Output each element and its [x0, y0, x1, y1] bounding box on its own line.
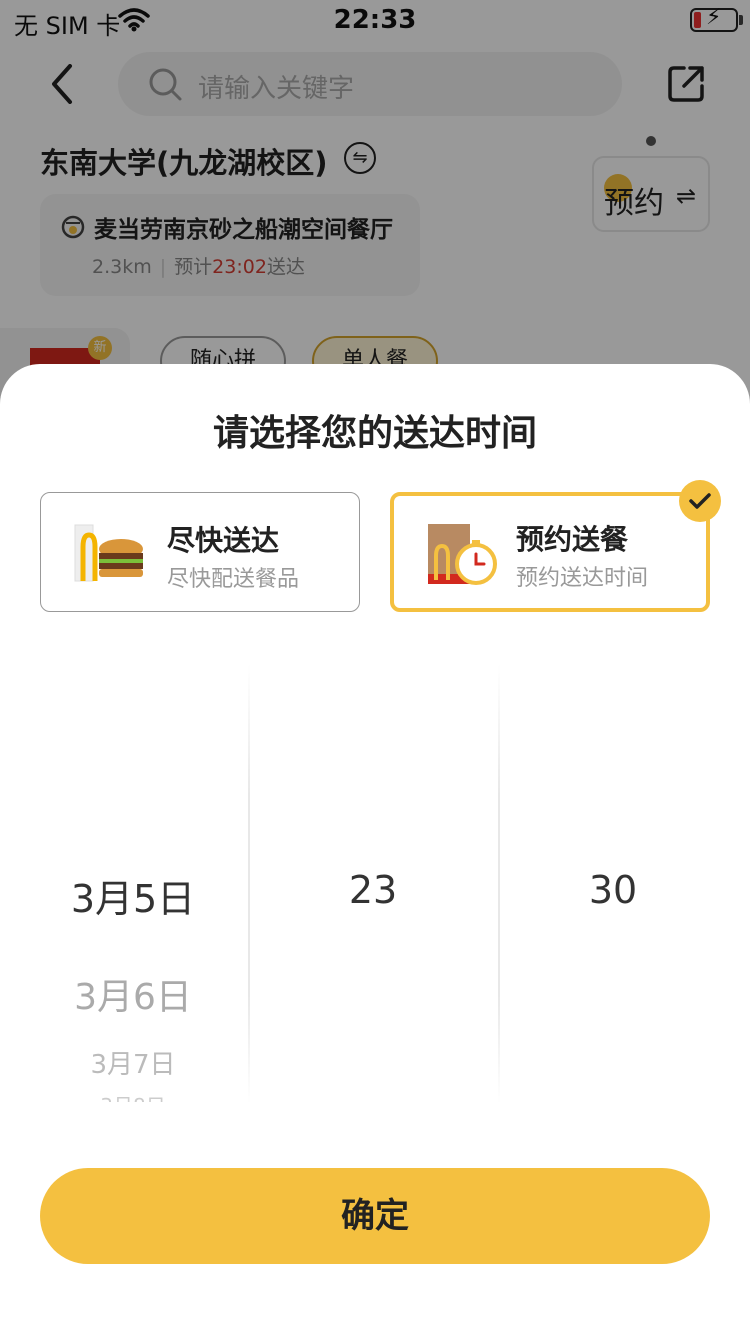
picker-date-option[interactable]: 3月6日 [0, 968, 266, 1020]
option-scheduled-title: 预约送餐 [516, 523, 629, 556]
picker-date-option[interactable]: 3月8日 [0, 1090, 266, 1102]
picker-minute-selected[interactable]: 30 [498, 868, 728, 912]
option-asap-subtitle: 尽快配送餐品 [167, 567, 300, 592]
picker-date-option[interactable]: 3月7日 [0, 1044, 266, 1081]
option-asap[interactable]: 尽快送达 尽快配送餐品 [40, 492, 360, 612]
checkmark-icon [679, 480, 721, 522]
option-scheduled-subtitle: 预约送达时间 [516, 566, 649, 591]
confirm-button[interactable]: 确定 [40, 1168, 710, 1264]
option-asap-title: 尽快送达 [167, 524, 280, 557]
picker-hour-selected[interactable]: 23 [248, 868, 498, 912]
burger-fries-icon [73, 517, 147, 587]
option-scheduled[interactable]: 预约送餐 预约送达时间 [390, 492, 710, 612]
picker-date-selected[interactable]: 3月5日 [0, 868, 266, 923]
bag-clock-icon [426, 520, 500, 590]
time-picker[interactable]: 3月5日 3月6日 3月7日 3月8日 23 30 [0, 664, 750, 1104]
sheet-title: 请选择您的送达时间 [212, 413, 537, 454]
delivery-time-sheet: 请选择您的送达时间 尽快送达 尽快配送餐品 预约送餐 预约送达时间 3月5日 3… [0, 364, 750, 1334]
